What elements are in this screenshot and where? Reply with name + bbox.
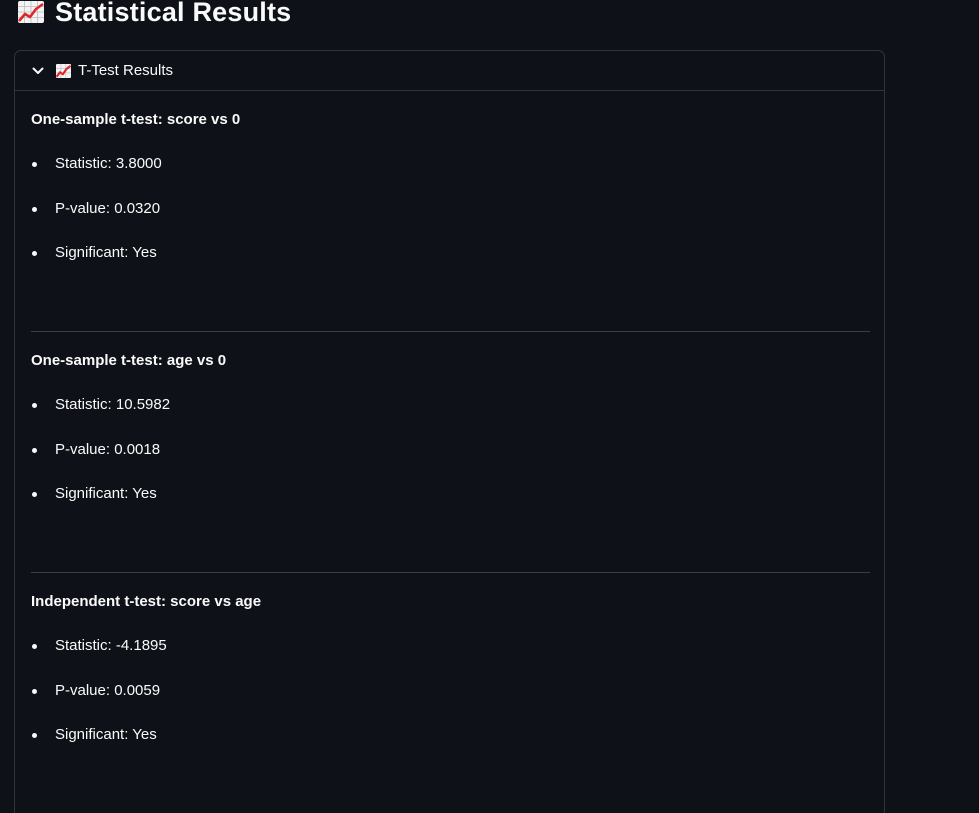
expander-body: One-sample t-test: score vs 0 Statistic:… xyxy=(15,91,884,813)
statistic-value: Statistic: 10.5982 xyxy=(55,396,171,413)
expander-label: T-Test Results xyxy=(78,62,174,79)
chart-increasing-icon xyxy=(56,63,71,78)
test-section: One-sample t-test: age vs 0 Statistic: 1… xyxy=(31,332,870,573)
chevron-down-icon[interactable] xyxy=(31,64,45,78)
significance-value: Significant: Yes xyxy=(55,244,157,261)
t-test-results-expander: T-Test Results One-sample t-test: score … xyxy=(14,50,885,813)
section-title: One-sample t-test: age vs 0 xyxy=(31,352,227,369)
bullet-icon xyxy=(32,492,37,497)
page-header: Statistical Results xyxy=(18,0,291,34)
bullet-icon xyxy=(32,688,37,694)
list-item: Significant: Yes xyxy=(31,484,170,529)
statistic-value: Statistic: -4.1895 xyxy=(55,637,167,654)
test-section: Independent t-test: score vs age Statist… xyxy=(31,573,868,813)
list-item: P-value: 0.0018 xyxy=(31,440,170,485)
p-value: P-value: 0.0320 xyxy=(55,199,161,217)
statistic-value: Statistic: 3.8000 xyxy=(55,155,162,172)
list-item: Statistic: -4.1895 xyxy=(31,636,167,681)
result-list: Statistic: -4.1895 P-value: 0.0059 Signi… xyxy=(31,636,167,770)
significance-value: Significant: Yes xyxy=(55,485,157,502)
test-section: One-sample t-test: score vs 0 Statistic:… xyxy=(31,91,870,332)
bullet-icon xyxy=(32,447,37,453)
p-value: P-value: 0.0018 xyxy=(55,440,161,458)
list-item: Statistic: 3.8000 xyxy=(31,154,162,199)
expander-header[interactable]: T-Test Results xyxy=(15,51,884,91)
section-title: Independent t-test: score vs age xyxy=(31,593,262,610)
app-page: Statistical Results T-Test Results One-s… xyxy=(0,0,979,813)
bullet-icon xyxy=(32,162,37,167)
bullet-icon xyxy=(32,644,37,649)
list-item: Statistic: 10.5982 xyxy=(31,395,170,440)
bullet-icon xyxy=(32,733,37,738)
bullet-icon xyxy=(32,206,37,212)
result-list: Statistic: 3.8000 P-value: 0.0320 Signif… xyxy=(31,154,162,288)
list-item: P-value: 0.0320 xyxy=(31,199,162,244)
result-list: Statistic: 10.5982 P-value: 0.0018 Signi… xyxy=(31,395,170,529)
significance-value: Significant: Yes xyxy=(55,726,157,743)
bullet-icon xyxy=(32,403,37,408)
p-value: P-value: 0.0059 xyxy=(55,681,161,699)
list-item: P-value: 0.0059 xyxy=(31,681,167,726)
bullet-icon xyxy=(32,251,37,256)
section-title: One-sample t-test: score vs 0 xyxy=(31,111,241,128)
list-item: Significant: Yes xyxy=(31,725,167,770)
page-title: Statistical Results xyxy=(55,0,292,27)
list-item: Significant: Yes xyxy=(31,243,162,288)
chart-increasing-icon xyxy=(18,1,44,23)
